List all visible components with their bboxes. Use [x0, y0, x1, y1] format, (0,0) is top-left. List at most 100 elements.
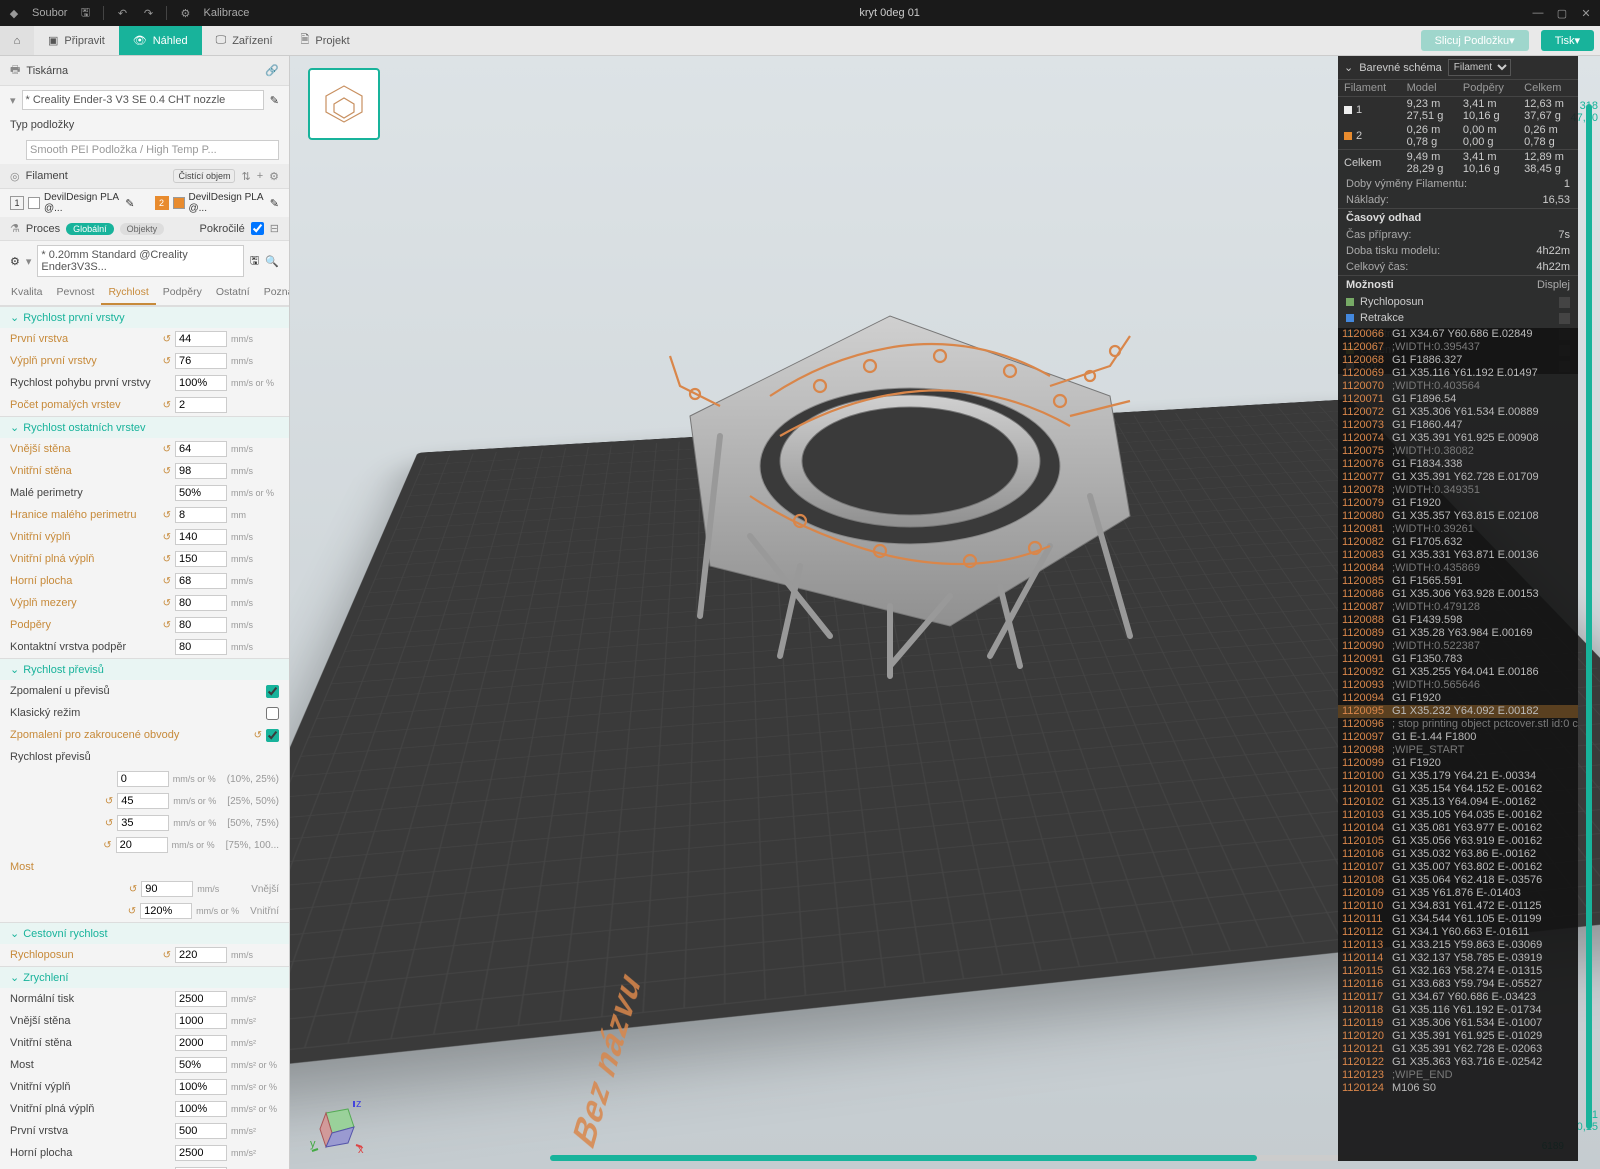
- ptab-note[interactable]: Pozná...: [257, 281, 290, 305]
- gcode-line[interactable]: 1120067;WIDTH:0.395437: [1338, 341, 1578, 354]
- reset-icon[interactable]: ↺: [163, 554, 171, 565]
- process-preset-select[interactable]: * 0.20mm Standard @Creality Ender3V3S...: [37, 245, 244, 277]
- input-a_normal[interactable]: [175, 991, 227, 1007]
- tab-preview[interactable]: 👁Náhled: [119, 26, 202, 55]
- input-travel[interactable]: [175, 947, 227, 963]
- gcode-line[interactable]: 1120077G1 X35.391 Y62.728 E.01709: [1338, 471, 1578, 484]
- gcode-viewer[interactable]: 1120066G1 X34.67 Y60.686 E.02849 1120067…: [1338, 328, 1578, 1161]
- layer-slider[interactable]: [1586, 104, 1592, 1129]
- reset-icon[interactable]: ↺: [163, 466, 171, 477]
- cb-slow-curve[interactable]: [266, 729, 279, 742]
- gcode-line[interactable]: 1120123;WIPE_END: [1338, 1069, 1578, 1082]
- gcode-line[interactable]: 1120076G1 F1834.338: [1338, 458, 1578, 471]
- edit-icon[interactable]: ✎: [270, 94, 279, 107]
- sync-icon[interactable]: ⇅: [241, 170, 250, 183]
- input-infill[interactable]: [175, 529, 227, 545]
- reset-icon[interactable]: ↺: [103, 840, 111, 851]
- gcode-line[interactable]: 1120089G1 X35.28 Y63.984 E.00169: [1338, 627, 1578, 640]
- save-preset-icon[interactable]: 🖫: [250, 252, 259, 271]
- tab-prepare[interactable]: ▣Připravit: [34, 26, 119, 55]
- gcode-line[interactable]: 1120122G1 X35.363 Y63.716 E-.02542: [1338, 1056, 1578, 1069]
- input-a_solid[interactable]: [175, 1101, 227, 1117]
- gcode-line[interactable]: 1120107G1 X35.007 Y63.802 E-.00162: [1338, 861, 1578, 874]
- filament-1-name[interactable]: DevilDesign PLA @...: [44, 192, 121, 214]
- menu-file[interactable]: Soubor: [32, 7, 67, 19]
- reset-icon[interactable]: ↺: [105, 818, 113, 829]
- gcode-line[interactable]: 1120092G1 X35.255 Y64.041 E.00186: [1338, 666, 1578, 679]
- close-icon[interactable]: ✕: [1578, 5, 1594, 21]
- gcode-line[interactable]: 1120112G1 X34.1 Y60.663 E-.01611: [1338, 926, 1578, 939]
- reset-icon[interactable]: ↺: [163, 334, 171, 345]
- gcode-line[interactable]: 1120096; stop printing object pctcover.s…: [1338, 718, 1578, 731]
- input-a_infill[interactable]: [175, 1079, 227, 1095]
- plate-thumbnail[interactable]: [308, 68, 380, 140]
- filament-2-name[interactable]: DevilDesign PLA @...: [189, 192, 266, 214]
- edit-icon[interactable]: ✎: [125, 197, 134, 210]
- gcode-line[interactable]: 1120116G1 X33.683 Y59.794 E-.05527: [1338, 978, 1578, 991]
- gcode-line[interactable]: 1120117G1 X34.67 Y60.686 E-.03423: [1338, 991, 1578, 1004]
- input-bridge-1[interactable]: [140, 903, 192, 919]
- input-support[interactable]: [175, 617, 227, 633]
- gear-icon[interactable]: ⚙: [10, 255, 20, 268]
- reset-icon[interactable]: ↺: [163, 950, 171, 961]
- option-checkbox[interactable]: [1559, 297, 1570, 308]
- gcode-line[interactable]: 1120081;WIDTH:0.39261: [1338, 523, 1578, 536]
- gcode-line[interactable]: 1120073G1 F1860.447: [1338, 419, 1578, 432]
- undo-icon[interactable]: ↶: [114, 5, 130, 21]
- gcode-line[interactable]: 1120099G1 F1920: [1338, 757, 1578, 770]
- pill-objects[interactable]: Objekty: [120, 223, 165, 235]
- reset-icon[interactable]: ↺: [163, 400, 171, 411]
- ptab-quality[interactable]: Kvalita: [4, 281, 50, 305]
- color-scheme-select[interactable]: Filament: [1448, 59, 1511, 76]
- input-ov-0[interactable]: [117, 771, 169, 787]
- gcode-line[interactable]: 1120070;WIDTH:0.403564: [1338, 380, 1578, 393]
- input-a_outer[interactable]: [175, 1013, 227, 1029]
- search-icon[interactable]: 🔍: [265, 255, 279, 268]
- slice-button[interactable]: Slicuj Podložku ▾: [1421, 30, 1529, 51]
- ptab-speed[interactable]: Rychlost: [101, 281, 155, 305]
- input-ov-3[interactable]: [116, 837, 168, 853]
- gcode-line[interactable]: 1120091G1 F1350.783: [1338, 653, 1578, 666]
- input-top[interactable]: [175, 573, 227, 589]
- compare-icon[interactable]: ⊟: [270, 222, 279, 235]
- flush-button[interactable]: Čistící objem: [173, 169, 235, 183]
- input-slow_layers[interactable]: [175, 397, 227, 413]
- input-bridge-0[interactable]: [141, 881, 193, 897]
- gcode-line[interactable]: 1120111G1 X34.544 Y61.105 E-.01199: [1338, 913, 1578, 926]
- gcode-line[interactable]: 1120124M106 S0: [1338, 1082, 1578, 1095]
- link-icon[interactable]: 🔗: [265, 64, 279, 77]
- gcode-line[interactable]: 1120086G1 X35.306 Y63.928 E.00153: [1338, 588, 1578, 601]
- ptab-other[interactable]: Ostatní: [209, 281, 257, 305]
- calib-icon[interactable]: ⚙: [177, 5, 193, 21]
- gcode-line[interactable]: 1120085G1 F1565.591: [1338, 575, 1578, 588]
- input-supp_iface[interactable]: [175, 639, 227, 655]
- gcode-line[interactable]: 1120087;WIDTH:0.479128: [1338, 601, 1578, 614]
- input-outer[interactable]: [175, 441, 227, 457]
- input-first_layer[interactable]: [175, 331, 227, 347]
- input-gap[interactable]: [175, 595, 227, 611]
- input-inner[interactable]: [175, 463, 227, 479]
- menu-calibration[interactable]: Kalibrace: [203, 7, 249, 19]
- gcode-line[interactable]: 1120074G1 X35.391 Y61.925 E.00908: [1338, 432, 1578, 445]
- gcode-line[interactable]: 1120075;WIDTH:0.38082: [1338, 445, 1578, 458]
- input-first_fill[interactable]: [175, 353, 227, 369]
- reset-icon[interactable]: ↺: [163, 356, 171, 367]
- reset-icon[interactable]: ↺: [163, 576, 171, 587]
- gcode-line[interactable]: 1120068G1 F1886.327: [1338, 354, 1578, 367]
- input-a_top[interactable]: [175, 1145, 227, 1161]
- sec-first-layer[interactable]: ⌄Rychlost první vrstvy: [0, 306, 289, 328]
- reset-icon[interactable]: ↺: [128, 906, 136, 917]
- gcode-line[interactable]: 1120121G1 X35.391 Y62.728 E-.02063: [1338, 1043, 1578, 1056]
- gcode-line[interactable]: 1120080G1 X35.357 Y63.815 E.02108: [1338, 510, 1578, 523]
- printer-select[interactable]: * Creality Ender-3 V3 SE 0.4 CHT nozzle: [22, 90, 264, 110]
- gcode-line[interactable]: 1120093;WIDTH:0.565646: [1338, 679, 1578, 692]
- save-icon[interactable]: 🖫: [77, 5, 93, 21]
- bedtype-select[interactable]: Smooth PEI Podložka / High Temp P...: [26, 140, 279, 160]
- print-button[interactable]: Tisk ▾: [1541, 30, 1594, 51]
- input-a_first[interactable]: [175, 1123, 227, 1139]
- gcode-line[interactable]: 1120071G1 F1896.54: [1338, 393, 1578, 406]
- input-ov-2[interactable]: [117, 815, 169, 831]
- minimize-icon[interactable]: —: [1530, 5, 1546, 21]
- input-a_inner[interactable]: [175, 1035, 227, 1051]
- gcode-line[interactable]: 1120066G1 X34.67 Y60.686 E.02849: [1338, 328, 1578, 341]
